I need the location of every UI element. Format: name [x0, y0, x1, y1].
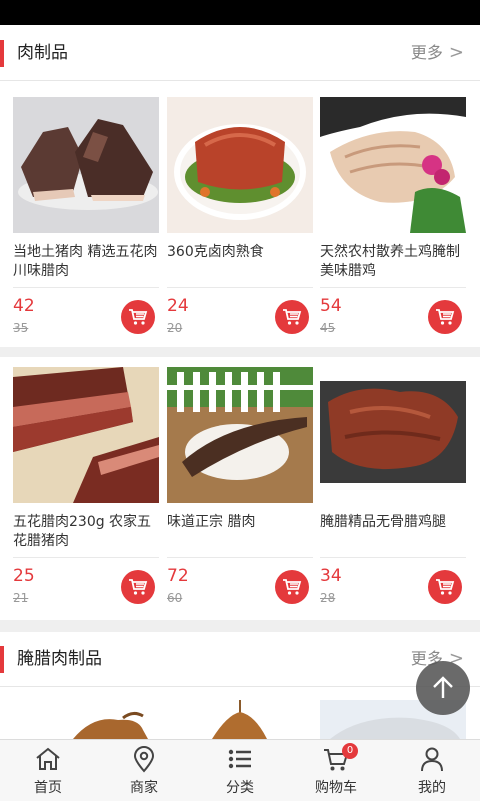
product-card[interactable]: 360克卤肉熟食 24 20 [167, 97, 313, 337]
original-price: 28 [320, 591, 336, 605]
product-price: 54 [320, 296, 342, 316]
product-card[interactable]: 腌腊精品无骨腊鸡腿 34 28 [320, 367, 466, 607]
card-divider [13, 557, 159, 558]
section-title: 腌腊肉制品 [17, 649, 102, 669]
list-icon [228, 749, 251, 769]
card-divider [167, 287, 313, 288]
tab-label: 分类 [226, 780, 254, 796]
product-image[interactable] [320, 97, 466, 233]
chevron-right-icon: > [448, 42, 464, 63]
section-header-cured-meat: 腌腊肉制品 更多 > [0, 632, 480, 687]
product-name: 360克卤肉熟食 [167, 244, 264, 260]
product-price: 25 [13, 566, 35, 586]
tab-label: 商家 [130, 780, 158, 796]
cart-icon [283, 579, 302, 595]
product-price: 34 [320, 566, 342, 586]
product-card[interactable]: 天然农村散养土鸡腌制美味腊鸡 54 45 [320, 97, 466, 337]
product-price: 24 [167, 296, 189, 316]
product-name: 当地土猪肉 精选五花肉川味腊肉 [13, 244, 158, 279]
product-name: 天然农村散养土鸡腌制美味腊鸡 [320, 244, 460, 279]
product-grid-peek [0, 700, 480, 739]
add-to-cart-button[interactable] [121, 570, 155, 604]
product-name: 五花腊肉230g 农家五花腊猪肉 [13, 514, 152, 549]
section-header-meat: 肉制品 更多 > [0, 26, 480, 81]
original-price: 45 [320, 321, 336, 335]
status-bar [0, 0, 480, 25]
section-gap [0, 347, 480, 357]
card-divider [167, 557, 313, 558]
user-icon [421, 747, 443, 772]
back-to-top-button[interactable] [416, 661, 470, 715]
cart-count-badge: 0 [342, 743, 358, 759]
tab-merchants[interactable]: 商家 [96, 740, 192, 801]
product-price: 42 [13, 296, 35, 316]
home-icon [36, 747, 60, 770]
card-divider [320, 557, 466, 558]
tab-label: 我的 [418, 780, 446, 796]
tab-label: 首页 [34, 780, 62, 796]
product-name: 味道正宗 腊肉 [167, 514, 256, 530]
product-price: 72 [167, 566, 189, 586]
product-image[interactable] [320, 367, 466, 503]
add-to-cart-button[interactable] [121, 300, 155, 334]
product-image[interactable] [13, 700, 159, 739]
product-image[interactable] [167, 700, 313, 739]
product-grid-row-1: 当地土猪肉 精选五花肉川味腊肉 42 35 360克卤肉熟食 24 20 天然农… [0, 97, 480, 347]
section-accent-bar [0, 40, 4, 67]
cart-icon [436, 579, 455, 595]
cart-icon [283, 309, 302, 325]
tab-label: 购物车 [315, 780, 357, 796]
add-to-cart-button[interactable] [428, 300, 462, 334]
product-image[interactable] [13, 97, 159, 233]
original-price: 60 [167, 591, 183, 605]
more-label: 更多 [410, 43, 443, 62]
bottom-tab-bar: 首页 商家 分类 0 购物车 我的 [0, 739, 480, 801]
product-card[interactable]: 五花腊肉230g 农家五花腊猪肉 25 21 [13, 367, 159, 607]
product-image[interactable] [13, 367, 159, 503]
original-price: 21 [13, 591, 29, 605]
tab-categories[interactable]: 分类 [192, 740, 288, 801]
more-link[interactable]: 更多 > [411, 26, 464, 80]
product-card[interactable]: 味道正宗 腊肉 72 60 [167, 367, 313, 607]
tab-profile[interactable]: 我的 [384, 740, 480, 801]
cart-icon [436, 309, 455, 325]
section-accent-bar [0, 646, 4, 673]
section-gap [0, 620, 480, 632]
product-card[interactable]: 当地土猪肉 精选五花肉川味腊肉 42 35 [13, 97, 159, 337]
product-image[interactable] [167, 367, 313, 503]
cart-icon [129, 309, 148, 325]
location-pin-icon [133, 746, 155, 773]
product-name: 腌腊精品无骨腊鸡腿 [320, 514, 446, 530]
add-to-cart-button[interactable] [428, 570, 462, 604]
section-title: 肉制品 [17, 43, 68, 63]
arrow-up-icon [433, 676, 453, 698]
cart-icon [129, 579, 148, 595]
product-grid-row-2: 五花腊肉230g 农家五花腊猪肉 25 21 味道正宗 腊肉 72 60 腌腊精… [0, 367, 480, 617]
card-divider [13, 287, 159, 288]
card-divider [320, 287, 466, 288]
original-price: 20 [167, 321, 183, 335]
original-price: 35 [13, 321, 29, 335]
product-image[interactable] [167, 97, 313, 233]
tab-home[interactable]: 首页 [0, 740, 96, 801]
tab-cart[interactable]: 0 购物车 [288, 740, 384, 801]
add-to-cart-button[interactable] [275, 570, 309, 604]
add-to-cart-button[interactable] [275, 300, 309, 334]
